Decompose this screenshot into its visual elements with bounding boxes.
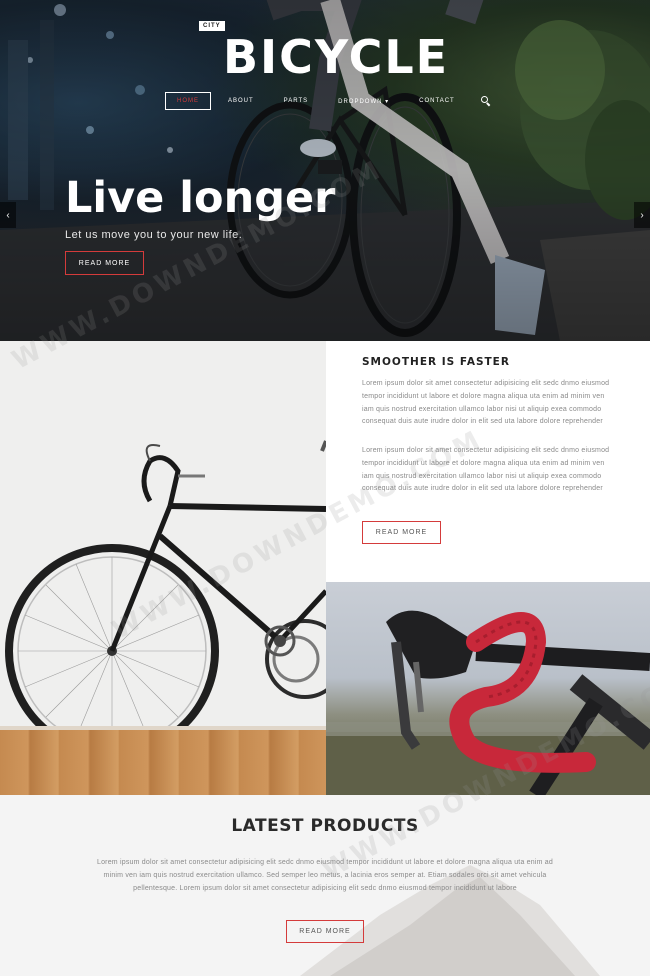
- nav-item-dropdown[interactable]: DROPDOWN ▾: [338, 98, 389, 105]
- caret-down-icon: ▾: [385, 98, 390, 105]
- chevron-left-icon[interactable]: ‹: [0, 202, 16, 228]
- nav-item-about[interactable]: ABOUT: [228, 98, 254, 104]
- feature-read-more-button[interactable]: READ MORE: [362, 521, 441, 544]
- products-read-more-button[interactable]: READ MORE: [286, 920, 364, 943]
- nav-item-home[interactable]: HOME: [165, 92, 211, 110]
- search-icon-handle: [486, 102, 491, 107]
- handlebar-image: [326, 582, 650, 795]
- latest-products-paragraph: Lorem ipsum dolor sit amet consectetur a…: [97, 859, 553, 892]
- logo-tagline: CITY: [199, 21, 225, 31]
- site-logo[interactable]: CITY BICYCLE: [197, 20, 467, 90]
- nav-item-label: DROPDOWN: [338, 98, 383, 105]
- nav-item-contact[interactable]: CONTACT: [419, 98, 455, 104]
- main-navigation: HOME ABOUT PARTS DROPDOWN ▾ CONTACT: [165, 92, 491, 110]
- hero-read-more-button[interactable]: READ MORE: [65, 251, 144, 275]
- nav-item-label: CONTACT: [419, 98, 455, 104]
- nav-item-parts[interactable]: PARTS: [284, 98, 308, 104]
- handlebar-illustration: [326, 610, 650, 795]
- feature-title: SMOOTHER IS FASTER: [362, 356, 510, 368]
- latest-products-title: LATEST PRODUCTS: [231, 816, 419, 836]
- hero-title: Live longer: [65, 173, 336, 223]
- search-icon[interactable]: [480, 96, 491, 107]
- hero-subtitle: Let us move you to your new life.: [65, 229, 243, 241]
- feature-paragraph-1: Lorem ipsum dolor sit amet consectetur a…: [362, 380, 610, 426]
- logo-wordmark: BICYCLE: [223, 30, 450, 84]
- nav-item-label: ABOUT: [228, 98, 254, 104]
- chevron-right-icon[interactable]: ›: [634, 202, 650, 228]
- wood-floor: [0, 730, 326, 795]
- feature-paragraph-2: Lorem ipsum dolor sit amet consectetur a…: [362, 447, 610, 493]
- nav-item-label: HOME: [177, 98, 199, 104]
- nav-item-label: PARTS: [283, 98, 309, 104]
